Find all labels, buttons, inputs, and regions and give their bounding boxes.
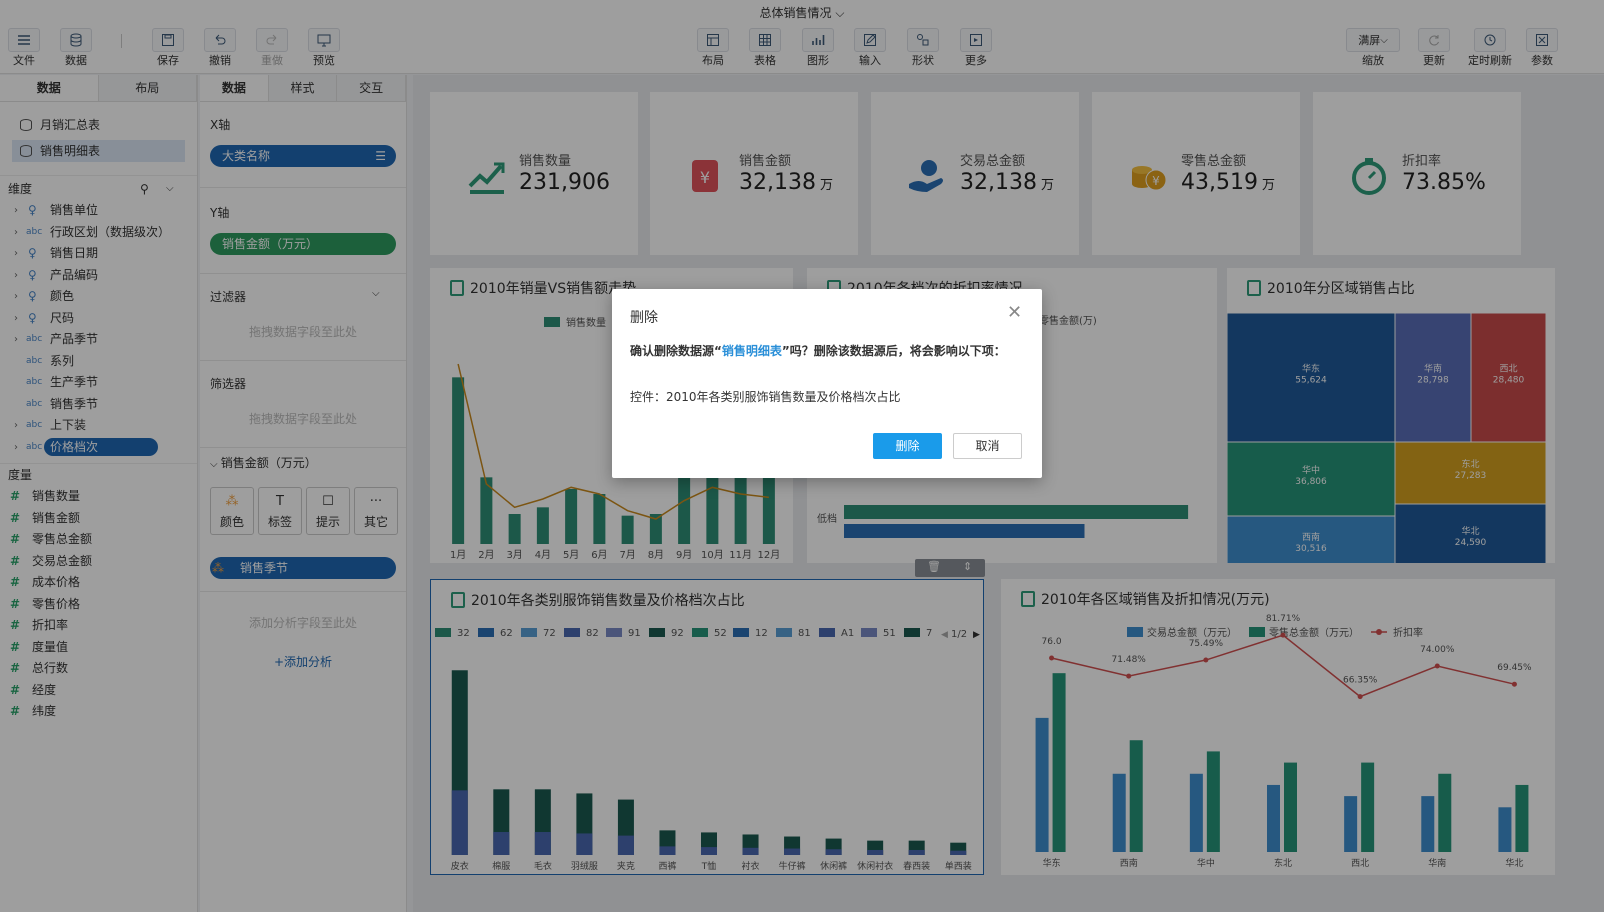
dialog-title: 删除 [630,310,658,326]
cancel-button[interactable]: 取消 [953,433,1022,459]
close-icon[interactable]: ✕ [1007,302,1022,323]
dialog-detail: 控件：2010年各类别服饰销售数量及价格档次占比 [630,390,901,404]
delete-dialog: 删除 ✕ 确认删除数据源“销售明细表”吗？删除该数据源后，将会影响以下项： 控件… [612,289,1042,478]
confirm-delete-button[interactable]: 删除 [873,433,942,459]
dialog-message: 确认删除数据源“销售明细表”吗？删除该数据源后，将会影响以下项： [630,344,1006,358]
